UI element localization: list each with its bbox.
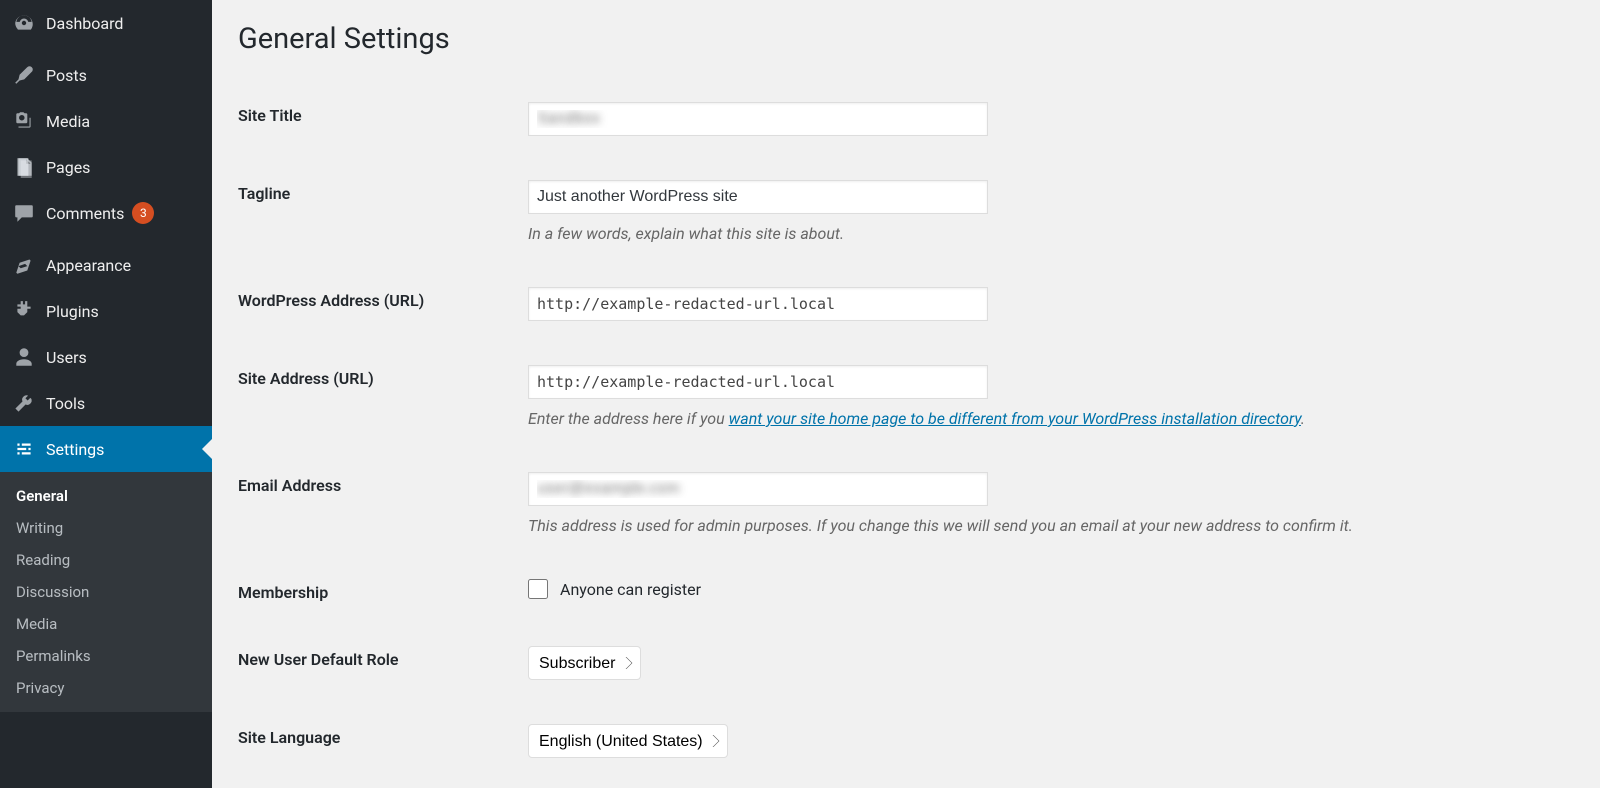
site-title-input[interactable] [528,102,988,136]
submenu-item-writing[interactable]: Writing [0,512,212,544]
default-role-select[interactable]: Subscriber [528,646,641,680]
sidebar-item-users[interactable]: Users [0,334,212,380]
media-icon [12,109,36,133]
plugins-icon [12,299,36,323]
settings-submenu: General Writing Reading Discussion Media… [0,472,212,712]
comments-badge: 3 [132,202,154,224]
sidebar-item-plugins[interactable]: Plugins [0,288,212,334]
settings-form: Site Title Tagline In a few words, expla… [238,80,1574,780]
site-address-input[interactable] [528,365,988,399]
sidebar-item-pages[interactable]: Pages [0,144,212,190]
submenu-item-discussion[interactable]: Discussion [0,576,212,608]
site-language-label: Site Language [238,724,528,747]
appearance-icon [12,253,36,277]
sidebar-item-posts[interactable]: Posts [0,52,212,98]
tools-icon [12,391,36,415]
site-address-description: Enter the address here if you want your … [528,409,1574,428]
dashboard-icon [12,11,36,35]
membership-checkbox-label[interactable]: Anyone can register [560,580,701,599]
sidebar-item-label: Comments [46,204,124,223]
submenu-item-privacy[interactable]: Privacy [0,672,212,704]
tagline-input[interactable] [528,180,988,214]
membership-label: Membership [238,579,528,602]
wp-address-label: WordPress Address (URL) [238,287,528,310]
comments-icon [12,201,36,225]
pages-icon [12,155,36,179]
admin-sidebar: Dashboard Posts Media Pages Comments 3 A… [0,0,212,788]
site-address-label: Site Address (URL) [238,365,528,388]
main-content: General Settings Site Title Tagline In a… [212,0,1600,788]
sidebar-item-label: Users [46,348,87,367]
tagline-description: In a few words, explain what this site i… [528,224,1574,243]
default-role-label: New User Default Role [238,646,528,669]
submenu-item-media[interactable]: Media [0,608,212,640]
pin-icon [12,63,36,87]
email-description: This address is used for admin purposes.… [528,516,1574,535]
email-label: Email Address [238,472,528,495]
site-title-label: Site Title [238,102,528,125]
site-language-select[interactable]: English (United States) [528,724,728,758]
tagline-label: Tagline [238,180,528,203]
submenu-item-general[interactable]: General [0,480,212,512]
sidebar-item-label: Settings [46,440,104,459]
sidebar-item-tools[interactable]: Tools [0,380,212,426]
sidebar-item-label: Dashboard [46,14,123,33]
sidebar-item-label: Posts [46,66,87,85]
page-title: General Settings [238,22,1574,56]
submenu-item-permalinks[interactable]: Permalinks [0,640,212,672]
sidebar-item-comments[interactable]: Comments 3 [0,190,212,236]
submenu-item-reading[interactable]: Reading [0,544,212,576]
sidebar-item-media[interactable]: Media [0,98,212,144]
sidebar-item-label: Plugins [46,302,99,321]
site-address-help-link[interactable]: want your site home page to be different… [729,409,1301,428]
sidebar-item-settings[interactable]: Settings [0,426,212,472]
users-icon [12,345,36,369]
sidebar-item-label: Tools [46,394,85,413]
membership-checkbox[interactable] [528,579,548,599]
settings-icon [12,437,36,461]
sidebar-item-label: Media [46,112,90,131]
wp-address-input[interactable] [528,287,988,321]
email-input[interactable] [528,472,988,506]
sidebar-item-label: Pages [46,158,90,177]
sidebar-item-dashboard[interactable]: Dashboard [0,0,212,46]
sidebar-item-label: Appearance [46,256,131,275]
sidebar-item-appearance[interactable]: Appearance [0,242,212,288]
